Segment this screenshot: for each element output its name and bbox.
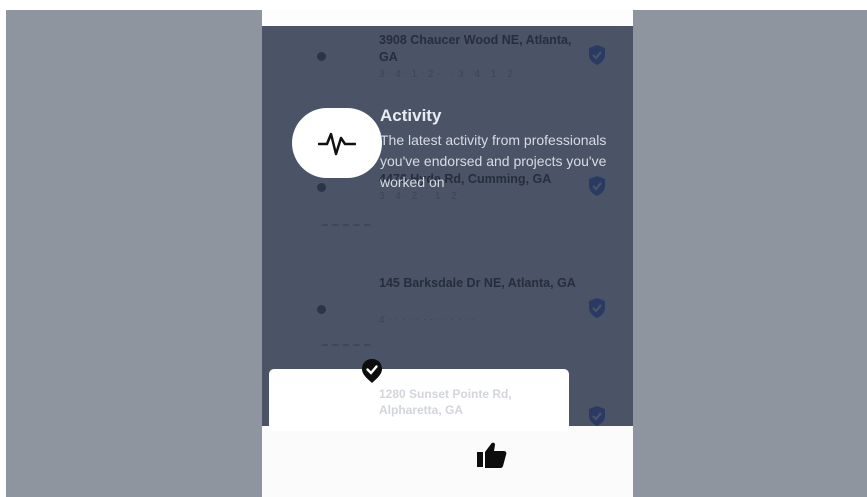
- thumbs-up-icon[interactable]: [476, 441, 508, 469]
- activity-pulse-icon: [318, 132, 356, 156]
- verified-badge-icon: [589, 298, 605, 318]
- tooltip-title: Activity: [380, 106, 442, 125]
- verified-badge-icon: [362, 359, 382, 383]
- timeline-divider: [322, 224, 370, 226]
- verified-badge-icon: [589, 45, 605, 65]
- timeline-divider: [322, 344, 370, 346]
- item-meta: 4 ⋅ ⋅ ⋅ ⋅ ⋅ ⋅ ⋅ ⋅ ⋅ ⋅ ⋅ ⋅ ⋅: [379, 315, 476, 326]
- timeline-dot: [317, 305, 326, 314]
- bottom-tab-bar: [262, 426, 633, 497]
- toast-card[interactable]: 1280 Sunset Pointe Rd, Alpharetta, GA: [269, 359, 569, 431]
- timeline-dot: [317, 52, 326, 61]
- top-bar: [262, 10, 633, 26]
- timeline-dot: [317, 183, 326, 192]
- toast-address: 1280 Sunset Pointe Rd, Alpharetta, GA: [379, 387, 512, 417]
- tooltip-text: The latest activity from professionals y…: [380, 132, 607, 190]
- activity-tab-highlight[interactable]: [292, 108, 382, 178]
- activity-list: 3908 Chaucer Wood NE, Atlanta, GA 3 ⋅ 4 …: [262, 26, 633, 426]
- verified-badge-icon: [589, 406, 605, 426]
- item-meta: 3 ⋅ 4 ⋅ 1 ⋅ 2 ⋅ ⋅ ⋅ 3 ⋅ 4 ⋅ 1 ⋅ 2 ⋅: [379, 69, 521, 80]
- item-address: 145 Barksdale Dr NE, Atlanta, GA: [379, 276, 576, 290]
- backdrop: 3908 Chaucer Wood NE, Atlanta, GA 3 ⋅ 4 …: [6, 10, 867, 497]
- item-address: 3908 Chaucer Wood NE, Atlanta, GA: [379, 33, 572, 64]
